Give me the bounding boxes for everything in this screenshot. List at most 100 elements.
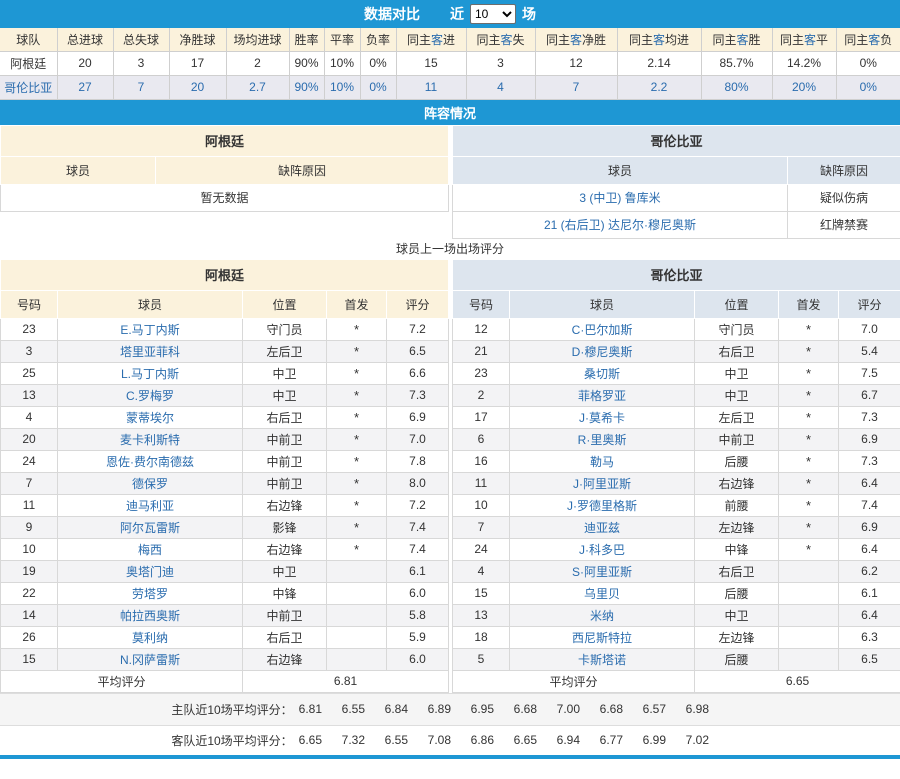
player-row: 15乌里贝后腰6.1 [453,582,900,604]
player-starter-flag [779,648,839,670]
player-name-link[interactable]: D·穆尼奥斯 [510,340,695,362]
player-name-link[interactable]: J·罗德里格斯 [510,494,695,516]
bottom-accent-bar [0,755,900,759]
player-position: 左后卫 [243,340,327,362]
player-starter-flag: * [779,406,839,428]
roster-column-header: 位置 [243,290,327,318]
player-row: 17J·莫希卡左后卫*7.3 [453,406,900,428]
absent-player-link[interactable]: 21 (右后卫) 达尼尔·穆尼奥斯 [453,211,788,238]
player-position: 后腰 [695,648,779,670]
player-rating: 8.0 [387,472,449,494]
player-name-link[interactable]: L.马丁内斯 [58,362,243,384]
player-name-link[interactable]: R·里奥斯 [510,428,695,450]
player-name-link[interactable]: S·阿里亚斯 [510,560,695,582]
player-row: 21D·穆尼奥斯右后卫*5.4 [453,340,900,362]
player-position: 中卫 [695,362,779,384]
player-starter-flag: * [327,340,387,362]
recent-matches-select[interactable]: 10 [470,4,516,24]
player-number: 3 [1,340,58,362]
player-column-header: 球员 [453,156,788,184]
player-position: 后腰 [695,582,779,604]
comparison-header-bar: 数据对比 近 10 场 [0,0,900,28]
roster-column-header: 评分 [839,290,900,318]
stat-value-cell: 85.7% [701,51,772,75]
player-name-link[interactable]: 奥塔门迪 [58,560,243,582]
away-recent-values: 6.657.326.557.086.866.656.946.776.997.02 [299,733,729,747]
lineup-away-panel: 哥伦比亚 球员 缺阵原因 3 (中卫) 鲁库米疑似伤病21 (右后卫) 达尼尔·… [452,125,900,239]
player-name-link[interactable]: 乌里贝 [510,582,695,604]
stat-value-cell: 2.2 [617,75,701,99]
player-name-link[interactable]: J·莫希卡 [510,406,695,428]
lineup-title: 阵容情况 [424,103,476,122]
player-row: 24J·科多巴中锋*6.4 [453,538,900,560]
player-name-link[interactable]: N.冈萨雷斯 [58,648,243,670]
player-row: 2菲格罗亚中卫*6.7 [453,384,900,406]
lineup-away-table: 哥伦比亚 球员 缺阵原因 3 (中卫) 鲁库米疑似伤病21 (右后卫) 达尼尔·… [452,125,900,239]
player-row: 22劳塔罗中锋6.0 [1,582,449,604]
player-number: 6 [453,428,510,450]
player-name-link[interactable]: 麦卡利斯特 [58,428,243,450]
stats-column-header: 总失球 [113,28,169,51]
absent-player-link[interactable]: 3 (中卫) 鲁库米 [453,184,788,211]
roster-column-header: 球员 [58,290,243,318]
player-row: 20麦卡利斯特中前卫*7.0 [1,428,449,450]
player-position: 后腰 [695,450,779,472]
stat-value-cell: 0% [836,75,900,99]
stat-value-cell: 4 [466,75,535,99]
roster-header-row: 号码球员位置首发评分 [453,290,900,318]
player-name-link[interactable]: 迪马利亚 [58,494,243,516]
player-row: 16勒马后腰*7.3 [453,450,900,472]
player-row: 13米纳中卫6.4 [453,604,900,626]
player-number: 16 [453,450,510,472]
player-name-link[interactable]: 塔里亚菲科 [58,340,243,362]
player-position: 右后卫 [243,406,327,428]
reason-column-header: 缺阵原因 [156,156,449,184]
player-name-link[interactable]: C.罗梅罗 [58,384,243,406]
player-name-link[interactable]: 恩佐·费尔南德兹 [58,450,243,472]
player-name-link[interactable]: 勒马 [510,450,695,472]
player-rating: 6.9 [839,516,900,538]
player-name-link[interactable]: 德保罗 [58,472,243,494]
player-name-link[interactable]: C·巴尔加斯 [510,318,695,340]
near-label: 近 [450,4,464,24]
player-row: 5卡斯塔诺后腰6.5 [453,648,900,670]
player-name-link[interactable]: 莫利纳 [58,626,243,648]
player-rating: 7.4 [387,516,449,538]
player-name-link[interactable]: 帕拉西奥斯 [58,604,243,626]
player-name-link[interactable]: 西尼斯特拉 [510,626,695,648]
player-rating: 7.0 [839,318,900,340]
player-rating: 6.1 [839,582,900,604]
player-name-link[interactable]: E.马丁内斯 [58,318,243,340]
player-position: 中卫 [243,560,327,582]
average-rating-label: 平均评分 [1,670,243,692]
recent-rating-value: 6.55 [385,733,428,747]
player-name-link[interactable]: 桑切斯 [510,362,695,384]
player-starter-flag: * [779,362,839,384]
player-name-link[interactable]: 梅西 [58,538,243,560]
player-position: 中卫 [243,362,327,384]
recent-rating-value: 7.02 [686,733,729,747]
player-number: 23 [1,318,58,340]
player-rating: 6.4 [839,538,900,560]
player-number: 20 [1,428,58,450]
player-name-link[interactable]: 菲格罗亚 [510,384,695,406]
player-column-header: 球员 [1,156,156,184]
ratings-section: 阿根廷 号码球员位置首发评分 23E.马丁内斯守门员*7.23塔里亚菲科左后卫*… [0,259,900,693]
stats-column-header: 同主客胜 [701,28,772,51]
stat-value-cell: 7 [535,75,617,99]
absence-reason: 疑似伤病 [788,184,900,211]
player-position: 中前卫 [243,604,327,626]
player-name-link[interactable]: J·阿里亚斯 [510,472,695,494]
lineup-home-table: 阿根廷 球员 缺阵原因 暂无数据 [0,125,449,212]
player-position: 右边锋 [243,538,327,560]
player-name-link[interactable]: 劳塔罗 [58,582,243,604]
stat-value-cell: 90% [289,75,324,99]
player-name-link[interactable]: 迪亚兹 [510,516,695,538]
player-position: 中锋 [695,538,779,560]
player-name-link[interactable]: J·科多巴 [510,538,695,560]
player-name-link[interactable]: 阿尔瓦雷斯 [58,516,243,538]
player-name-link[interactable]: 米纳 [510,604,695,626]
player-starter-flag [327,560,387,582]
player-name-link[interactable]: 蒙蒂埃尔 [58,406,243,428]
player-name-link[interactable]: 卡斯塔诺 [510,648,695,670]
